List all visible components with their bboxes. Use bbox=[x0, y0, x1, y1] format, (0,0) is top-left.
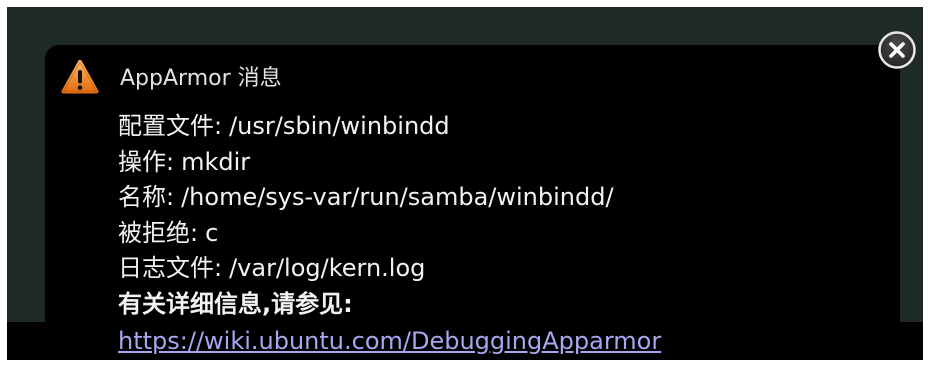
field-profile: 配置文件:/usr/sbin/winbindd bbox=[118, 110, 614, 146]
field-operation: 操作: mkdir bbox=[118, 146, 614, 182]
notification-title: AppArmor 消息 bbox=[120, 66, 282, 91]
field-value: c bbox=[205, 218, 219, 247]
more-info-text: 有关详细信息,请参见: bbox=[118, 289, 353, 318]
field-value: /var/log/kern.log bbox=[229, 254, 426, 282]
field-denied: 被拒绝: c bbox=[118, 217, 614, 253]
field-value: /home/sys-var/run/samba/winbindd/ bbox=[181, 183, 614, 211]
field-logfile: 日志文件:/var/log/kern.log bbox=[118, 252, 614, 288]
field-value: mkdir bbox=[181, 147, 251, 176]
notification-body: 配置文件:/usr/sbin/winbindd 操作: mkdir 名称:/hom… bbox=[118, 110, 614, 323]
field-label: 名称: bbox=[118, 183, 175, 211]
field-name: 名称:/home/sys-var/run/samba/winbindd/ bbox=[118, 181, 614, 217]
field-label: 配置文件: bbox=[118, 112, 223, 140]
close-button[interactable] bbox=[877, 30, 917, 70]
field-label: 日志文件: bbox=[118, 254, 223, 282]
field-label: 被拒绝: bbox=[118, 218, 199, 247]
field-value: /usr/sbin/winbindd bbox=[229, 112, 450, 140]
close-icon[interactable] bbox=[877, 30, 917, 70]
warning-icon bbox=[61, 59, 99, 95]
debugging-link[interactable]: https://wiki.ubuntu.com/DebuggingApparmo… bbox=[118, 325, 661, 357]
field-label: 操作: bbox=[118, 147, 175, 176]
